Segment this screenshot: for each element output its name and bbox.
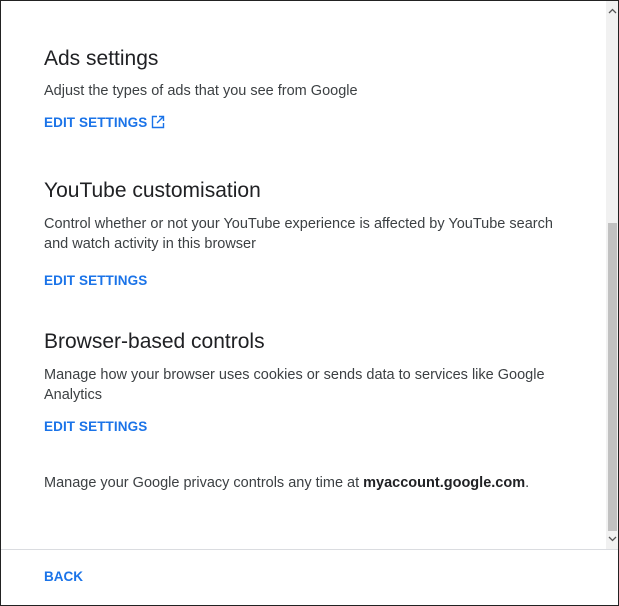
privacy-footer-note: Manage your Google privacy controls any … — [44, 473, 529, 493]
section-title: Browser-based controls — [44, 330, 265, 353]
section-description: Adjust the types of ads that you see fro… — [44, 83, 358, 99]
youtube-edit-settings-link[interactable]: EDIT SETTINGS — [44, 272, 147, 290]
ads-settings-section: Ads settings Adjust the types of ads tha… — [44, 46, 586, 134]
scrollbar-thumb[interactable] — [608, 223, 617, 531]
browser-controls-section: Browser-based controls Manage how your b… — [44, 329, 586, 436]
link-label: EDIT SETTINGS — [44, 115, 148, 130]
footer-note-suffix: . — [525, 475, 530, 491]
external-link-icon — [151, 115, 165, 134]
myaccount-link-text: myaccount.google.com — [363, 475, 526, 491]
dialog-content: Ads settings Adjust the types of ads tha… — [1, 1, 606, 549]
section-title: YouTube customisation — [44, 179, 261, 202]
ads-edit-settings-link[interactable]: EDIT SETTINGS — [44, 114, 165, 134]
section-title: Ads settings — [44, 47, 159, 70]
scroll-up-arrow-icon[interactable] — [606, 3, 618, 19]
back-button[interactable]: BACK — [44, 569, 83, 584]
scroll-down-arrow-icon[interactable] — [606, 531, 618, 547]
section-description: Manage how your browser uses cookies or … — [44, 367, 545, 403]
browser-edit-settings-link[interactable]: EDIT SETTINGS — [44, 418, 147, 436]
section-description: Control whether or not your YouTube expe… — [44, 216, 553, 252]
youtube-customisation-section: YouTube customisation Control whether or… — [44, 178, 586, 290]
footer-note-prefix: Manage your Google privacy controls any … — [44, 475, 364, 491]
vertical-scrollbar[interactable] — [606, 1, 618, 549]
dialog-footer: BACK — [1, 550, 618, 605]
privacy-dialog: Ads settings Adjust the types of ads tha… — [0, 0, 619, 606]
